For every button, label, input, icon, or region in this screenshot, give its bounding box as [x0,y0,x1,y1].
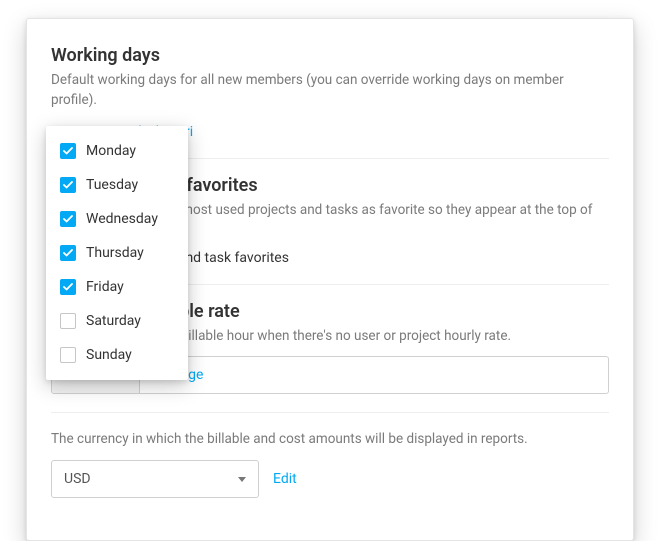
day-option-monday[interactable]: Monday [46,134,188,168]
currency-value: USD [64,471,91,487]
day-option-thursday[interactable]: Thursday [46,236,188,270]
checkbox-icon [60,177,76,193]
checkbox-icon [60,211,76,227]
section-currency: The currency in which the billable and c… [51,412,609,515]
checkbox-icon [60,279,76,295]
day-option-label: Saturday [86,313,141,329]
checkbox-icon [60,313,76,329]
day-option-sunday[interactable]: Sunday [46,338,188,372]
day-option-friday[interactable]: Friday [46,270,188,304]
working-days-title: Working days [51,45,609,66]
day-option-label: Friday [86,279,124,295]
working-days-desc: Default working days for all new members… [51,70,609,111]
day-option-saturday[interactable]: Saturday [46,304,188,338]
day-option-label: Sunday [86,347,132,363]
day-option-wednesday[interactable]: Wednesday [46,202,188,236]
checkbox-icon [60,245,76,261]
chevron-down-icon [238,477,246,482]
day-option-label: Wednesday [86,211,158,227]
checkbox-icon [60,347,76,363]
currency-select[interactable]: USD [51,460,259,498]
checkbox-icon [60,143,76,159]
currency-desc: The currency in which the billable and c… [51,429,609,449]
currency-edit-link[interactable]: Edit [273,471,297,487]
day-option-tuesday[interactable]: Tuesday [46,168,188,202]
day-option-label: Tuesday [86,177,138,193]
working-days-dropdown: Monday Tuesday Wednesday Thursday Friday… [46,126,188,380]
day-option-label: Monday [86,143,136,159]
day-option-label: Thursday [86,245,144,261]
